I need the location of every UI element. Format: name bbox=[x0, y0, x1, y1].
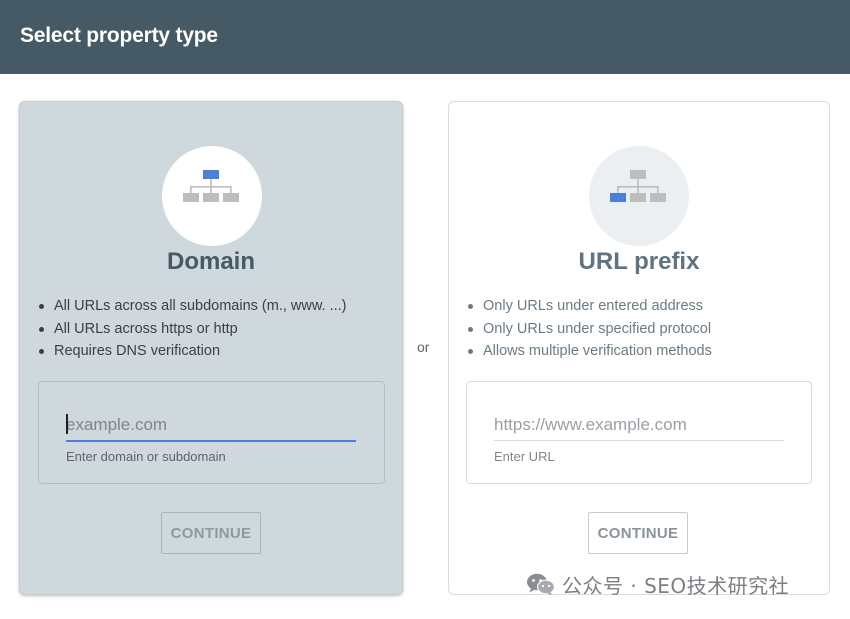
dialog-title: Select property type bbox=[20, 24, 218, 47]
watermark: 公众号 · SEO技术研究社 bbox=[526, 570, 789, 598]
list-item: Only URLs under entered address bbox=[465, 295, 712, 318]
domain-icon-circle bbox=[162, 146, 262, 246]
list-item: All URLs across all subdomains (m., www.… bbox=[36, 295, 347, 318]
watermark-text: 公众号 · SEO技术研究社 bbox=[562, 573, 790, 598]
domain-input-container: Enter domain or subdomain bbox=[38, 381, 385, 484]
text-cursor bbox=[66, 414, 68, 434]
domain-input-helper: Enter domain or subdomain bbox=[66, 449, 226, 464]
domain-network-icon bbox=[183, 170, 239, 202]
url-input-helper: Enter URL bbox=[494, 449, 555, 464]
url-input-container: Enter URL bbox=[466, 381, 812, 484]
list-item: Allows multiple verification methods bbox=[465, 340, 712, 363]
list-item: All URLs across https or http bbox=[36, 318, 347, 341]
domain-property-card[interactable]: Domain All URLs across all subdomains (m… bbox=[19, 101, 403, 595]
url-prefix-network-icon bbox=[610, 170, 666, 202]
url-prefix-property-card[interactable]: URL prefix Only URLs under entered addre… bbox=[448, 101, 830, 595]
url-prefix-feature-list: Only URLs under entered address Only URL… bbox=[465, 295, 712, 363]
url-prefix-card-title: URL prefix bbox=[578, 248, 700, 275]
list-item: Requires DNS verification bbox=[36, 340, 347, 363]
domain-continue-button[interactable]: CONTINUE bbox=[161, 512, 261, 554]
url-input[interactable] bbox=[494, 410, 784, 441]
or-separator: or bbox=[417, 339, 430, 355]
url-prefix-icon-circle bbox=[589, 146, 689, 246]
wechat-icon bbox=[527, 573, 556, 596]
domain-feature-list: All URLs across all subdomains (m., www.… bbox=[36, 295, 347, 363]
list-item: Only URLs under specified protocol bbox=[465, 318, 712, 341]
domain-card-title: Domain bbox=[166, 248, 255, 275]
dialog-header: Select property type bbox=[0, 0, 850, 74]
domain-input[interactable] bbox=[66, 410, 356, 442]
url-prefix-continue-button[interactable]: CONTINUE bbox=[588, 512, 688, 554]
